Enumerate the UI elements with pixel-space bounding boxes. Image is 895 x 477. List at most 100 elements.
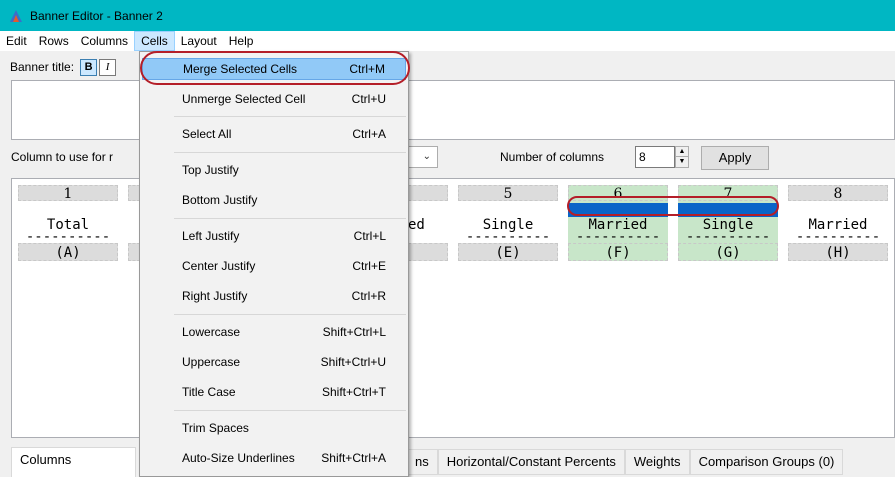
grid-column[interactable]: 8 Married ---------- (H): [788, 185, 888, 261]
menu-item-shortcut: Shift+Ctrl+L: [322, 325, 386, 339]
menu-separator: [174, 314, 406, 315]
chevron-down-icon: ⌄: [422, 151, 431, 162]
menu-bar: Edit Rows Columns Cells Layout Help: [0, 31, 895, 51]
menu-item-label: Uppercase: [182, 355, 241, 369]
menu-item-lowercase[interactable]: Lowercase Shift+Ctrl+L: [142, 321, 406, 343]
menu-item-shortcut: Shift+Ctrl+A: [321, 451, 386, 465]
number-of-columns-input[interactable]: 8: [635, 146, 675, 168]
column-underline[interactable]: ----------: [568, 233, 668, 241]
menu-item-shortcut: Shift+Ctrl+U: [320, 355, 386, 369]
menu-item-right-justify[interactable]: Right Justify Ctrl+R: [142, 285, 406, 307]
apply-button[interactable]: Apply: [701, 146, 769, 170]
menu-item-select-all[interactable]: Select All Ctrl+A: [142, 123, 406, 145]
menu-item-left-justify[interactable]: Left Justify Ctrl+L: [142, 225, 406, 247]
menu-item-label: Center Justify: [182, 259, 256, 273]
column-number[interactable]: 6: [568, 185, 668, 202]
menu-item-label: Auto-Size Underlines: [182, 451, 295, 465]
column-label[interactable]: Single: [678, 217, 778, 233]
spin-up-icon[interactable]: ▲: [676, 147, 688, 157]
banner-title-row: Banner title: B I: [10, 58, 118, 76]
menu-item-shortcut: Ctrl+A: [352, 127, 386, 141]
cell-spacer[interactable]: [18, 203, 118, 217]
menu-separator: [174, 152, 406, 153]
column-number[interactable]: 1: [18, 185, 118, 202]
menu-item-shortcut: Ctrl+L: [353, 229, 386, 243]
menu-item-label: Merge Selected Cells: [183, 62, 298, 76]
column-label[interactable]: Single: [458, 217, 558, 233]
column-underline[interactable]: ----------: [788, 233, 888, 241]
menu-item-label: Lowercase: [182, 325, 241, 339]
bold-button[interactable]: B: [80, 58, 98, 76]
menu-item-shortcut: Shift+Ctrl+T: [321, 385, 386, 399]
column-number[interactable]: [408, 185, 448, 201]
app-icon: [8, 8, 24, 24]
grid-column[interactable]: 5 Single ---------- (E): [458, 185, 558, 261]
menu-help[interactable]: Help: [223, 31, 260, 51]
number-of-columns-label: Number of columns: [500, 150, 605, 164]
column-letter[interactable]: (G): [678, 243, 778, 261]
grid-column-partial[interactable]: ed: [408, 185, 448, 261]
menu-item-bottom-justify[interactable]: Bottom Justify: [142, 189, 406, 211]
grid-column-selected[interactable]: 6 Married ---------- (F): [568, 185, 668, 261]
column-letter[interactable]: (F): [568, 243, 668, 261]
menu-item-auto-size-underlines[interactable]: Auto-Size Underlines Shift+Ctrl+A: [142, 447, 406, 469]
column-label[interactable]: ed: [408, 217, 448, 233]
grid-column-selected[interactable]: 7 Single ---------- (G): [678, 185, 778, 261]
menu-item-uppercase[interactable]: Uppercase Shift+Ctrl+U: [142, 351, 406, 373]
cell-spacer[interactable]: [458, 203, 558, 217]
column-letter[interactable]: [408, 243, 448, 261]
menu-item-label: Trim Spaces: [182, 421, 249, 435]
column-label[interactable]: Married: [568, 217, 668, 233]
grid-column[interactable]: 1 Total ---------- (A): [18, 185, 118, 261]
menu-item-shortcut: Ctrl+R: [351, 289, 386, 303]
column-label[interactable]: Total: [18, 217, 118, 233]
menu-item-shortcut: Ctrl+E: [352, 259, 386, 273]
cell-spacer[interactable]: [408, 203, 448, 217]
menu-item-label: Title Case: [182, 385, 236, 399]
menu-item-label: Bottom Justify: [182, 193, 258, 207]
selected-cell[interactable]: [678, 203, 778, 217]
menu-item-trim-spaces[interactable]: Trim Spaces: [142, 417, 406, 439]
tab-partial[interactable]: ns: [406, 449, 438, 475]
menu-item-merge-selected-cells[interactable]: Merge Selected Cells Ctrl+M: [142, 58, 406, 80]
column-letter[interactable]: (E): [458, 243, 558, 261]
column-underline[interactable]: ----------: [678, 233, 778, 241]
title-bar: Banner Editor - Banner 2: [0, 0, 895, 31]
menu-item-label: Left Justify: [182, 229, 240, 243]
menu-layout[interactable]: Layout: [175, 31, 223, 51]
selected-cell[interactable]: [568, 203, 668, 217]
tab-columns[interactable]: Columns: [11, 447, 136, 477]
tab-horizontal-constant-percents[interactable]: Horizontal/Constant Percents: [437, 449, 625, 475]
menu-item-label: Right Justify: [182, 289, 248, 303]
menu-separator: [174, 116, 406, 117]
column-letter[interactable]: (A): [18, 243, 118, 261]
column-number[interactable]: 7: [678, 185, 778, 202]
column-to-use-dropdown[interactable]: ⌄: [406, 146, 438, 168]
menu-item-center-justify[interactable]: Center Justify Ctrl+E: [142, 255, 406, 277]
cell-spacer[interactable]: [788, 203, 888, 217]
spin-down-icon[interactable]: ▼: [676, 157, 688, 167]
tab-weights[interactable]: Weights: [624, 449, 690, 475]
column-letter[interactable]: (H): [788, 243, 888, 261]
menu-item-label: Unmerge Selected Cell: [182, 92, 306, 106]
column-number[interactable]: 5: [458, 185, 558, 202]
column-underline[interactable]: ----------: [458, 233, 558, 241]
column-underline[interactable]: [408, 233, 448, 241]
cells-menu: Merge Selected Cells Ctrl+M Unmerge Sele…: [139, 51, 409, 477]
number-of-columns-spinner[interactable]: ▲ ▼: [675, 146, 689, 168]
menu-edit[interactable]: Edit: [0, 31, 33, 51]
menu-rows[interactable]: Rows: [33, 31, 75, 51]
menu-separator: [174, 410, 406, 411]
italic-button[interactable]: I: [99, 58, 117, 76]
menu-cells[interactable]: Cells: [134, 31, 175, 51]
menu-item-top-justify[interactable]: Top Justify: [142, 159, 406, 181]
menu-columns[interactable]: Columns: [75, 31, 134, 51]
column-to-use-label: Column to use for r: [11, 150, 114, 164]
menu-item-title-case[interactable]: Title Case Shift+Ctrl+T: [142, 381, 406, 403]
column-label[interactable]: Married: [788, 217, 888, 233]
menu-item-shortcut: Ctrl+M: [349, 62, 385, 76]
tab-comparison-groups[interactable]: Comparison Groups (0): [689, 449, 844, 475]
column-number[interactable]: 8: [788, 185, 888, 202]
menu-item-unmerge-selected-cell[interactable]: Unmerge Selected Cell Ctrl+U: [142, 88, 406, 110]
column-underline[interactable]: ----------: [18, 233, 118, 241]
